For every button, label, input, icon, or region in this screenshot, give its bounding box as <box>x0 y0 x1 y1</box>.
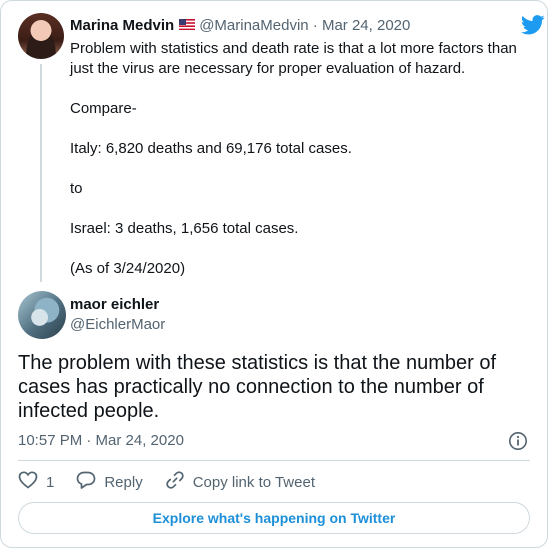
reply-button[interactable]: Reply <box>76 471 143 494</box>
parent-paragraph: (As of 3/24/2020) <box>70 260 186 277</box>
main-tweet-text: The problem with these statistics is tha… <box>18 352 496 422</box>
explore-twitter-button[interactable]: Explore what's happening on Twitter <box>18 502 530 534</box>
thread-connector-line <box>40 64 42 282</box>
like-button[interactable]: 1 <box>18 471 54 493</box>
tweet-card: Marina Medvin @MarinaMedvin · Mar 24, 20… <box>0 0 548 548</box>
tweet-timestamp[interactable]: 10:57 PM · Mar 24, 2020 <box>18 432 184 450</box>
parent-header: Marina Medvin @MarinaMedvin · Mar 24, 20… <box>70 16 410 36</box>
separator-dot: · <box>312 17 318 34</box>
us-flag-icon <box>179 16 196 36</box>
parent-author-name[interactable]: Marina Medvin <box>70 17 174 34</box>
parent-paragraph: Israel: 3 deaths, 1,656 total cases. <box>70 220 299 237</box>
main-author-name[interactable]: maor eichler <box>70 296 159 314</box>
info-icon[interactable] <box>508 431 528 456</box>
parent-tweet-text: Problem with statistics and death rate i… <box>70 39 540 299</box>
main-author-handle[interactable]: @EichlerMaor <box>70 316 165 334</box>
parent-author-handle[interactable]: @MarinaMedvin <box>199 17 308 34</box>
parent-paragraph: to <box>70 180 83 197</box>
tweet-actions: 1 Reply Copy link to Tweet <box>18 471 337 493</box>
reply-icon <box>76 471 104 494</box>
parent-paragraph: Compare- <box>70 100 137 117</box>
twitter-bird-icon[interactable] <box>520 15 545 40</box>
copy-link-button[interactable]: Copy link to Tweet <box>165 470 315 494</box>
parent-avatar[interactable] <box>18 13 64 59</box>
parent-paragraph: Problem with statistics and death rate i… <box>70 40 517 77</box>
parent-paragraph: Italy: 6,820 deaths and 69,176 total cas… <box>70 140 352 157</box>
divider <box>18 460 530 461</box>
reply-label: Reply <box>104 473 143 491</box>
link-icon <box>165 470 193 494</box>
parent-date[interactable]: Mar 24, 2020 <box>322 17 410 34</box>
main-avatar[interactable] <box>18 291 66 339</box>
copy-link-label: Copy link to Tweet <box>192 473 315 491</box>
like-count: 1 <box>46 473 55 491</box>
heart-icon <box>18 471 46 493</box>
